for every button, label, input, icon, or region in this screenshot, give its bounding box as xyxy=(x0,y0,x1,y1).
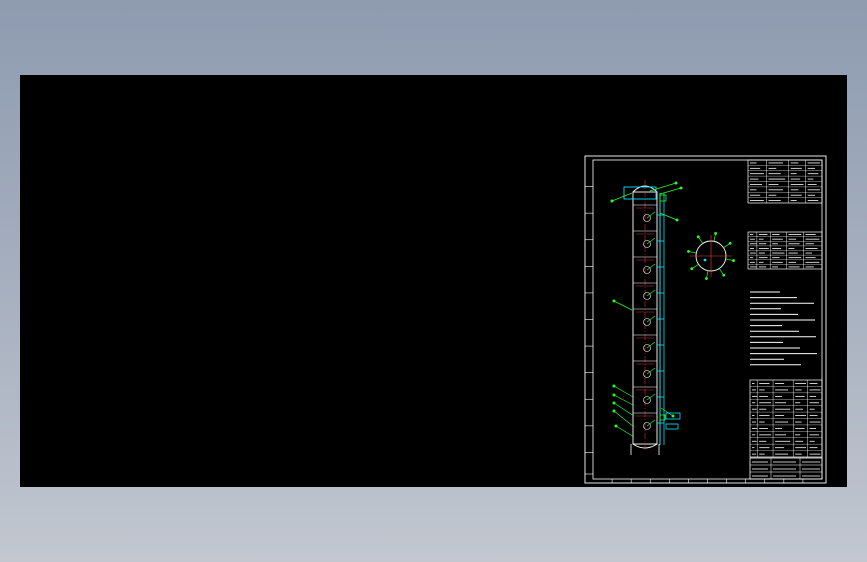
leader-dot xyxy=(612,384,616,388)
title-block xyxy=(749,457,823,480)
plan-nozzle-marker xyxy=(732,259,735,262)
bottom-leader-line xyxy=(613,402,635,417)
bottom-leader-line xyxy=(615,425,635,438)
leader-dot xyxy=(675,218,679,222)
leader-dot xyxy=(612,393,616,397)
bottom-connector-b xyxy=(665,423,679,430)
technical-notes xyxy=(750,291,817,366)
plan-nozzle-marker xyxy=(728,241,732,245)
leader-dot xyxy=(612,299,616,303)
top-manway-hood xyxy=(623,186,657,200)
plan-nozzle-marker xyxy=(687,250,690,253)
leader-dot xyxy=(671,414,675,418)
parts-list-table xyxy=(749,379,823,458)
leader-dot xyxy=(612,401,616,405)
top-leader-line xyxy=(659,187,682,195)
plan-nozzle-marker xyxy=(714,232,717,235)
leader-dot xyxy=(679,186,683,190)
mid-leader-line xyxy=(613,300,633,311)
nozzle-table xyxy=(747,231,823,270)
leader-dot xyxy=(612,409,616,413)
top-leader-line xyxy=(659,212,678,221)
top-leader-line xyxy=(611,192,633,202)
plan-nozzle-marker xyxy=(690,267,694,271)
column-elevation-view xyxy=(610,180,683,455)
plan-nozzle-marker xyxy=(705,277,708,280)
zone-ticks xyxy=(585,186,804,483)
leader-dot xyxy=(610,199,614,203)
design-data-table xyxy=(747,159,823,204)
top-nozzle-flange xyxy=(659,194,667,202)
engineering-drawing xyxy=(584,155,827,484)
nozzle-orientation-view xyxy=(687,232,735,280)
bottom-leader-line xyxy=(613,385,634,398)
plan-nozzle-marker xyxy=(722,273,726,277)
leader-dot xyxy=(674,181,678,185)
plan-inner-marker xyxy=(703,258,707,262)
plan-nozzle-marker xyxy=(696,235,700,239)
bottom-leader-line xyxy=(613,394,634,406)
leader-dot xyxy=(614,424,618,428)
bottom-leader-line xyxy=(613,410,635,428)
cad-viewport[interactable] xyxy=(20,75,847,487)
